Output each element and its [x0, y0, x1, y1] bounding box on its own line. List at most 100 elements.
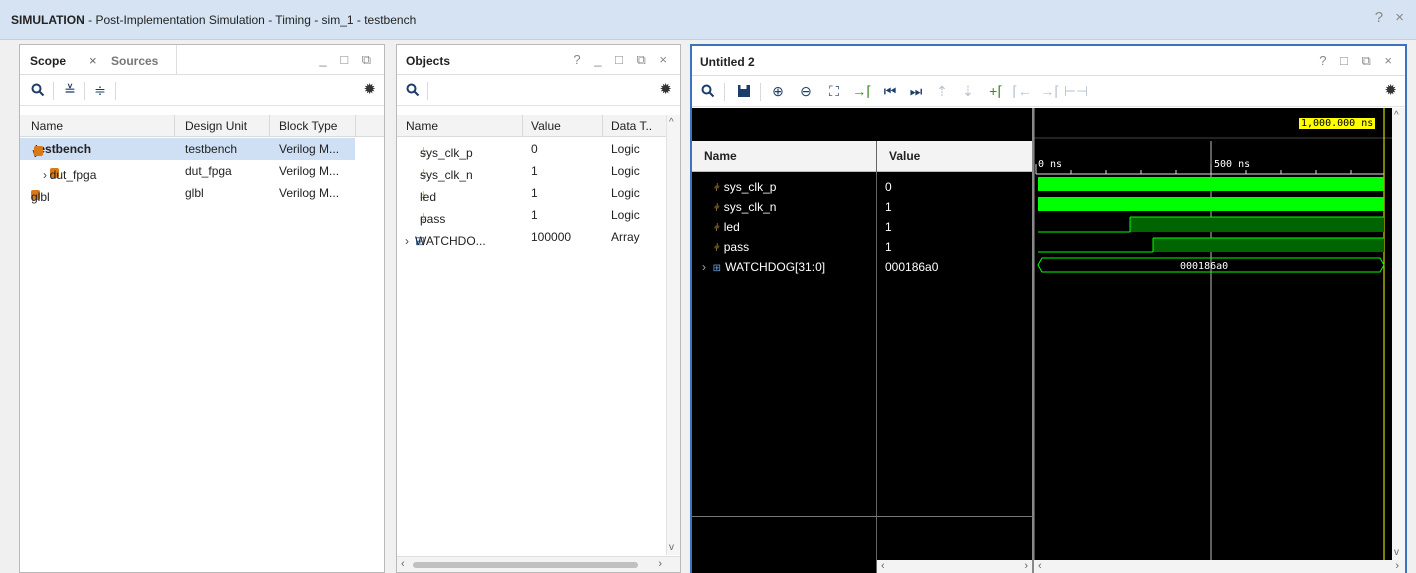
column-block-type[interactable]: Block Type — [279, 119, 337, 133]
search-icon[interactable] — [403, 80, 423, 100]
objects-panel-header: Objects ? _ □ ⧉ × — [397, 45, 680, 75]
tab-untitled-2[interactable]: Untitled 2 — [700, 55, 755, 69]
toolbar-separator — [427, 82, 428, 100]
swap-cursors-icon[interactable]: ⊢⊣ — [1064, 81, 1088, 101]
close-icon[interactable]: × — [89, 53, 97, 68]
scrollbar-thumb[interactable] — [413, 562, 638, 568]
signal-icon: ⫩ — [714, 203, 720, 214]
chevron-down-icon[interactable]: v — [1394, 547, 1399, 558]
window-controls[interactable]: ? × — [1375, 9, 1408, 26]
chevron-right-icon[interactable]: › — [43, 168, 47, 182]
array-icon: ⊞ — [712, 263, 722, 274]
table-row[interactable]: ∨ testbench testbench Verilog M... — [20, 138, 355, 160]
go-to-start-icon[interactable]: ⏮ — [880, 81, 900, 101]
chevron-right-icon[interactable]: › — [1024, 560, 1028, 572]
previous-marker-icon[interactable]: ⌈← — [1012, 81, 1032, 101]
gear-icon[interactable]: ✹ — [363, 80, 376, 98]
chevron-right-icon[interactable]: › — [658, 558, 662, 570]
waveform-panel-controls[interactable]: ? □ ⧉ × — [1319, 53, 1397, 69]
tab-divider — [176, 45, 177, 75]
chevron-down-icon[interactable]: v — [669, 542, 674, 553]
next-marker-icon[interactable]: →⌈ — [1040, 81, 1060, 101]
waveform-panel-header: Untitled 2 ? □ ⧉ × — [692, 46, 1405, 76]
tab-scope[interactable]: Scope — [30, 54, 66, 68]
signal-name[interactable]: ⫩ sys_clk_n — [714, 200, 776, 214]
chevron-right-icon[interactable]: › — [405, 234, 409, 248]
chevron-right-icon[interactable]: › — [1395, 560, 1399, 572]
toolbar-separator — [115, 82, 116, 100]
names-scrollbar[interactable]: ‹ › — [877, 560, 1032, 573]
scope-table-header: Name Design Unit Block Type — [20, 115, 384, 137]
table-row[interactable]: › dut_fpga dut_fpga Verilog M... — [20, 160, 384, 182]
previous-transition-icon[interactable]: ⇡ — [932, 81, 952, 101]
signal-icon: ⫩ — [714, 183, 720, 194]
column-data-type[interactable]: Data T.. — [611, 119, 652, 133]
next-transition-icon[interactable]: ⇣ — [958, 81, 978, 101]
table-row[interactable]: ⫩ led 1 Logic — [397, 182, 680, 204]
column-value[interactable]: Value — [531, 119, 561, 133]
zoom-in-icon[interactable]: ⊕ — [768, 81, 788, 101]
table-row[interactable]: › ⊞ WATCHDO... 100000 Array — [397, 226, 680, 248]
waveform-toolbar: ⊕ ⊖ ⛶ →⌈ ⏮ ⏭ ⇡ ⇣ +⌈ ⌈← →⌈ ⊢⊣ ✹ — [692, 77, 1405, 107]
signal-icon: ⫩ — [714, 243, 720, 254]
chevron-left-icon[interactable]: ‹ — [401, 558, 405, 570]
module-icon — [34, 146, 44, 156]
go-to-cursor-icon[interactable]: →⌈ — [852, 81, 872, 101]
column-value[interactable]: Value — [877, 141, 1032, 172]
chevron-left-icon[interactable]: ‹ — [881, 560, 885, 572]
chevron-right-icon[interactable]: › — [702, 260, 706, 274]
expand-all-icon[interactable]: ≑ — [90, 80, 110, 100]
waveform-horizontal-scrollbar[interactable]: ‹ › — [1034, 560, 1405, 573]
toolbar-separator — [724, 83, 725, 101]
save-icon[interactable] — [734, 81, 754, 101]
horizontal-scrollbar[interactable]: ‹ › — [397, 556, 680, 572]
signal-name[interactable]: › ⊞ WATCHDOG[31:0] — [702, 260, 825, 274]
go-to-end-icon[interactable]: ⏭ — [906, 81, 926, 101]
column-name[interactable]: Name — [406, 119, 438, 133]
toolbar-separator — [84, 82, 85, 100]
gear-icon[interactable]: ✹ — [1384, 81, 1397, 99]
names-divider — [876, 141, 877, 573]
search-icon[interactable] — [698, 81, 718, 101]
gear-icon[interactable]: ✹ — [659, 80, 672, 98]
time-tick-0: 0 ns — [1038, 159, 1063, 170]
cursor-time-badge[interactable]: 1,000.000 ns — [1299, 118, 1376, 129]
zoom-out-icon[interactable]: ⊖ — [796, 81, 816, 101]
table-row[interactable]: glbl glbl Verilog M... — [20, 182, 384, 204]
chevron-up-icon[interactable]: ^ — [669, 117, 674, 128]
scope-panel: Scope × Sources _ □ ⧉ ≚ ≑ ✹ Name Design … — [19, 44, 385, 573]
tab-sources[interactable]: Sources — [111, 54, 158, 68]
zoom-fit-icon[interactable]: ⛶ — [824, 81, 844, 101]
table-row[interactable]: ⫩ sys_clk_p 0 Logic — [397, 138, 680, 160]
column-design-unit[interactable]: Design Unit — [185, 119, 247, 133]
signal-icon: ⫩ — [714, 223, 720, 234]
column-name[interactable]: Name — [692, 141, 876, 172]
waveform-panel: Untitled 2 ? □ ⧉ × ⊕ ⊖ ⛶ →⌈ ⏮ ⏭ ⇡ ⇣ +⌈ ⌈… — [690, 44, 1407, 573]
signal-value: 1 — [885, 200, 892, 214]
signal-name[interactable]: ⫩ led — [714, 220, 740, 234]
toolbar-separator — [760, 83, 761, 101]
waveform-canvas[interactable] — [1034, 108, 1393, 560]
chevron-up-icon[interactable]: ^ — [1394, 110, 1399, 121]
signal-value: 1 — [885, 240, 892, 254]
signal-value: 000186a0 — [885, 260, 939, 274]
add-marker-icon[interactable]: +⌈ — [986, 81, 1006, 101]
signal-name[interactable]: ⫩ sys_clk_p — [714, 180, 776, 194]
waveform-vertical-scrollbar[interactable]: ^ v — [1392, 108, 1405, 560]
table-row[interactable]: ⫩ pass 1 Logic — [397, 204, 680, 226]
objects-panel-controls[interactable]: ? _ □ ⧉ × — [573, 52, 672, 68]
column-name[interactable]: Name — [31, 119, 63, 133]
chevron-left-icon[interactable]: ‹ — [1038, 560, 1042, 572]
signal-name[interactable]: ⫩ pass — [714, 240, 749, 254]
scope-panel-header: Scope × Sources _ □ ⧉ — [20, 45, 384, 75]
search-icon[interactable] — [28, 80, 48, 100]
scope-panel-controls[interactable]: _ □ ⧉ — [319, 52, 376, 68]
title-bar: SIMULATION - Post-Implementation Simulat… — [0, 0, 1416, 40]
objects-toolbar: ✹ — [397, 76, 680, 106]
names-footer-line — [692, 516, 1033, 517]
collapse-all-icon[interactable]: ≚ — [60, 80, 80, 100]
signal-value: 1 — [885, 220, 892, 234]
table-row[interactable]: ⫩ sys_clk_n 1 Logic — [397, 160, 680, 182]
tab-objects[interactable]: Objects — [406, 54, 450, 68]
objects-table-header: Name Value Data T.. — [397, 115, 680, 137]
